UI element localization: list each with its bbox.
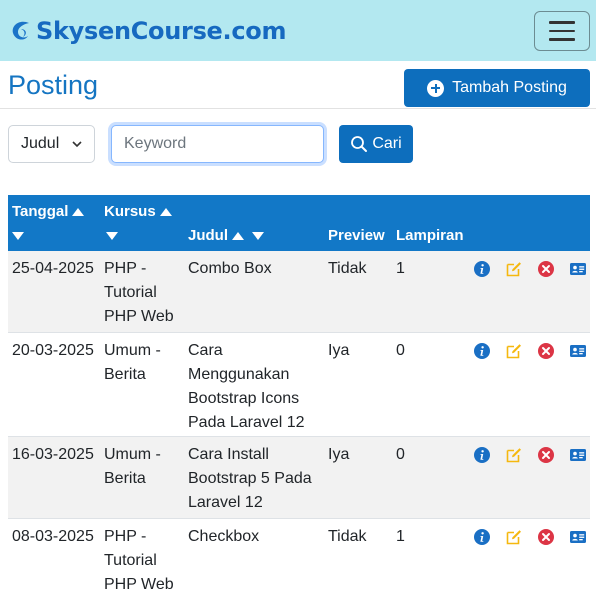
id-card-icon[interactable]: [570, 343, 586, 359]
edit-icon[interactable]: [506, 343, 522, 359]
cell-kursus: PHP - Tutorial PHP Web: [104, 528, 174, 593]
add-posting-label: Tambah Posting: [452, 79, 567, 96]
info-icon[interactable]: [474, 447, 490, 463]
info-icon[interactable]: [474, 529, 490, 545]
sort-asc-icon[interactable]: [72, 208, 85, 217]
cell-judul: Cara Install Bootstrap 5 Pada Laravel 12: [188, 446, 312, 511]
info-icon[interactable]: [474, 343, 490, 359]
plus-circle-icon: [427, 79, 445, 97]
cell-tanggal: 20-03-2025: [12, 342, 94, 359]
edit-icon[interactable]: [506, 261, 522, 277]
cell-tanggal: 16-03-2025: [12, 446, 94, 463]
search-icon: [351, 136, 368, 152]
column-header-lampiran: Lampiran: [396, 227, 464, 244]
column-label: Kursus: [104, 203, 156, 220]
edit-icon[interactable]: [506, 447, 522, 463]
navbar-toggle-button[interactable]: [534, 11, 590, 51]
cell-lampiran: 1: [396, 260, 405, 277]
cell-lampiran: 0: [396, 446, 405, 463]
sort-desc-icon[interactable]: [106, 232, 118, 241]
delete-icon[interactable]: [538, 261, 554, 277]
cell-preview: Tidak: [328, 260, 367, 277]
navbar: SkysenCourse.com: [0, 0, 596, 61]
swirl-logo-icon: [12, 21, 29, 40]
cell-kursus: PHP - Tutorial PHP Web: [104, 260, 174, 325]
id-card-icon[interactable]: [570, 529, 586, 545]
search-field-value: Judul: [21, 135, 60, 152]
cell-lampiran: 0: [396, 342, 405, 359]
sort-asc-icon[interactable]: [232, 232, 244, 241]
page-title: Posting: [8, 70, 99, 100]
cell-judul: Cara Menggunakan Bootstrap Icons Pada La…: [188, 342, 305, 431]
cell-kursus: Umum - Berita: [104, 342, 161, 383]
edit-icon[interactable]: [506, 529, 522, 545]
cell-preview: Iya: [328, 446, 350, 463]
hamburger-menu-icon: [549, 21, 575, 24]
column-header-kursus[interactable]: Kursus: [104, 200, 172, 224]
sort-desc-icon[interactable]: [252, 232, 265, 241]
header-divider: [0, 108, 596, 109]
delete-icon[interactable]: [538, 343, 554, 359]
cell-lampiran: 1: [396, 528, 405, 545]
cell-judul: Checkbox: [188, 528, 260, 545]
delete-icon[interactable]: [538, 447, 554, 463]
keyword-input[interactable]: [111, 125, 324, 163]
table-header: Tanggal Kursus Judul Preview Lampiran: [8, 195, 590, 251]
table-row: 08-03-2025 PHP - Tutorial PHP Web Checkb…: [8, 519, 590, 596]
info-icon[interactable]: [474, 261, 490, 277]
cell-tanggal: 08-03-2025: [12, 528, 94, 545]
cell-tanggal: 25-04-2025: [12, 260, 94, 277]
delete-icon[interactable]: [538, 529, 554, 545]
column-header-tanggal[interactable]: Tanggal: [12, 200, 85, 224]
search-button[interactable]: Cari: [339, 125, 413, 163]
cell-kursus: Umum - Berita: [104, 446, 161, 487]
table-row: 25-04-2025 PHP - Tutorial PHP Web Combo …: [8, 251, 590, 333]
id-card-icon[interactable]: [570, 261, 586, 277]
brand-link[interactable]: SkysenCourse.com: [8, 14, 286, 48]
cell-preview: Iya: [328, 342, 350, 359]
column-header-judul[interactable]: Judul: [188, 224, 265, 248]
brand-name: SkysenCourse.com: [36, 17, 287, 45]
table-row: 16-03-2025 Umum - Berita Cara Install Bo…: [8, 437, 590, 519]
search-label: Cari: [372, 135, 402, 152]
column-label: Tanggal: [12, 203, 69, 220]
add-posting-button[interactable]: Tambah Posting: [404, 69, 590, 107]
chevron-down-icon: [72, 141, 82, 148]
column-header-preview: Preview: [328, 227, 385, 244]
cell-judul: Combo Box: [188, 260, 272, 277]
sort-asc-icon[interactable]: [159, 208, 172, 217]
id-card-icon[interactable]: [570, 447, 586, 463]
sort-desc-icon[interactable]: [12, 232, 24, 241]
table-row: 20-03-2025 Umum - Berita Cara Menggunaka…: [8, 333, 590, 437]
cell-preview: Tidak: [328, 528, 367, 545]
search-field-select[interactable]: Judul: [8, 125, 95, 163]
column-label: Judul: [188, 227, 228, 244]
